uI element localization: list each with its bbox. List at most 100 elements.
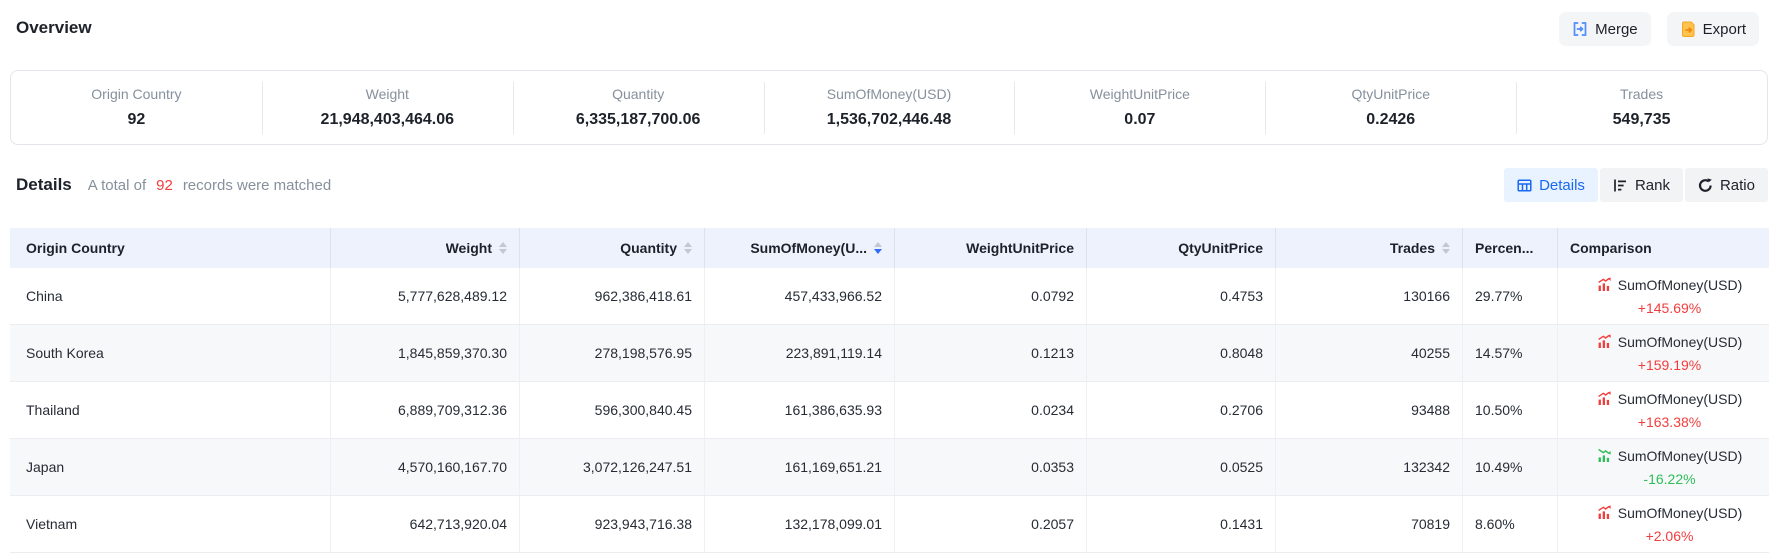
sort-toggle[interactable]: [1442, 242, 1450, 254]
column-label: SumOfMoney(U...: [750, 240, 867, 256]
cell-origin-country: Thailand: [10, 382, 331, 438]
cell-weight: 642,713,920.04: [331, 496, 520, 552]
stat-value: 0.2426: [1265, 108, 1516, 132]
export-icon: [1680, 21, 1696, 37]
stat-weight-unit-price: WeightUnitPrice 0.07: [1014, 80, 1265, 136]
cell-weight-unit-price: 0.0353: [895, 439, 1087, 495]
comparison-metric: SumOfMoney(USD): [1618, 503, 1742, 523]
table-row: South Korea 1,845,859,370.30 278,198,576…: [10, 325, 1769, 382]
cell-percentage: 8.60%: [1463, 496, 1558, 552]
cell-origin-country: South Korea: [10, 325, 331, 381]
records-count: 92: [153, 177, 176, 194]
cell-comparison: SumOfMoney(USD) +163.38%: [1558, 382, 1769, 438]
cell-origin-country: Japan: [10, 439, 331, 495]
column-header-weight[interactable]: Weight: [331, 228, 520, 268]
export-button[interactable]: Export: [1667, 12, 1759, 46]
cell-comparison: SumOfMoney(USD) -16.22%: [1558, 439, 1769, 495]
tab-details-label: Details: [1539, 177, 1585, 194]
cell-trades: 93488: [1276, 382, 1463, 438]
column-label: Origin Country: [26, 240, 125, 256]
column-label: WeightUnitPrice: [966, 240, 1074, 256]
cell-weight-unit-price: 0.2057: [895, 496, 1087, 552]
page-title: Overview: [16, 12, 92, 44]
sort-desc-icon: [684, 249, 692, 254]
comparison-change: -16.22%: [1643, 469, 1695, 489]
cell-quantity: 923,943,716.38: [520, 496, 705, 552]
details-bar: Details A total of 92 records were match…: [16, 168, 1768, 202]
merge-icon: [1572, 21, 1588, 37]
trend-up-chart-icon: [1597, 391, 1612, 406]
rank-bars-icon: [1613, 178, 1628, 193]
cell-quantity: 596,300,840.45: [520, 382, 705, 438]
stat-value: 1,536,702,446.48: [764, 108, 1015, 132]
cell-weight: 6,889,709,312.36: [331, 382, 520, 438]
column-header-comparison: Comparison: [1558, 228, 1769, 268]
cell-qty-unit-price: 0.8048: [1087, 325, 1276, 381]
comparison-metric: SumOfMoney(USD): [1618, 389, 1742, 409]
cell-qty-unit-price: 0.1431: [1087, 496, 1276, 552]
cell-qty-unit-price: 0.4753: [1087, 268, 1276, 324]
tab-rank[interactable]: Rank: [1600, 168, 1683, 202]
sort-toggle[interactable]: [499, 242, 507, 254]
tab-ratio[interactable]: Ratio: [1685, 168, 1768, 202]
table-row: Vietnam 642,713,920.04 923,943,716.38 13…: [10, 496, 1769, 553]
cell-origin-country: China: [10, 268, 331, 324]
comparison-metric-line: SumOfMoney(USD): [1597, 503, 1742, 523]
details-title: Details: [16, 175, 72, 195]
comparison-change: +163.38%: [1638, 412, 1701, 432]
ratio-circular-icon: [1698, 178, 1713, 193]
merge-button[interactable]: Merge: [1559, 12, 1651, 46]
cell-weight-unit-price: 0.0234: [895, 382, 1087, 438]
records-suffix: records were matched: [183, 177, 331, 194]
stat-quantity: Quantity 6,335,187,700.06: [513, 80, 764, 136]
cell-weight-unit-price: 0.1213: [895, 325, 1087, 381]
column-label: QtyUnitPrice: [1178, 240, 1263, 256]
table-row: China 5,777,628,489.12 962,386,418.61 45…: [10, 268, 1769, 325]
overview-stats-card: Origin Country 92 Weight 21,948,403,464.…: [10, 70, 1768, 145]
merge-button-label: Merge: [1595, 21, 1638, 38]
sort-toggle[interactable]: [874, 242, 882, 254]
column-header-weight-unit-price: WeightUnitPrice: [895, 228, 1087, 268]
tab-ratio-label: Ratio: [1720, 177, 1755, 194]
sort-desc-icon: [1442, 249, 1450, 254]
comparison-change: +2.06%: [1646, 526, 1694, 546]
comparison-metric: SumOfMoney(USD): [1618, 275, 1742, 295]
sort-asc-icon: [874, 242, 882, 247]
column-header-sum-of-money[interactable]: SumOfMoney(U...: [705, 228, 895, 268]
cell-weight-unit-price: 0.0792: [895, 268, 1087, 324]
column-header-trades[interactable]: Trades: [1276, 228, 1463, 268]
cell-quantity: 962,386,418.61: [520, 268, 705, 324]
cell-percentage: 14.57%: [1463, 325, 1558, 381]
cell-percentage: 10.50%: [1463, 382, 1558, 438]
column-label: Weight: [446, 240, 492, 256]
stat-label: QtyUnitPrice: [1265, 84, 1516, 104]
cell-qty-unit-price: 0.0525: [1087, 439, 1276, 495]
cell-comparison: SumOfMoney(USD) +159.19%: [1558, 325, 1769, 381]
cell-sum-of-money: 223,891,119.14: [705, 325, 895, 381]
sort-asc-icon: [1442, 242, 1450, 247]
details-table: Origin Country Weight Quantity SumOfMone…: [10, 228, 1769, 553]
stat-label: Trades: [1516, 84, 1767, 104]
sort-desc-icon: [874, 249, 882, 254]
stat-sum-of-money: SumOfMoney(USD) 1,536,702,446.48: [764, 80, 1015, 136]
comparison-metric-line: SumOfMoney(USD): [1597, 446, 1742, 466]
comparison-metric: SumOfMoney(USD): [1618, 446, 1742, 466]
cell-trades: 40255: [1276, 325, 1463, 381]
stat-label: Quantity: [513, 84, 764, 104]
trend-up-chart-icon: [1597, 505, 1612, 520]
top-actions: Merge Export: [1559, 12, 1759, 46]
sort-asc-icon: [499, 242, 507, 247]
stat-value: 549,735: [1516, 108, 1767, 132]
tab-details[interactable]: Details: [1504, 168, 1598, 202]
column-header-origin-country: Origin Country: [10, 228, 331, 268]
sort-toggle[interactable]: [684, 242, 692, 254]
cell-trades: 70819: [1276, 496, 1463, 552]
stat-qty-unit-price: QtyUnitPrice 0.2426: [1265, 80, 1516, 136]
comparison-metric: SumOfMoney(USD): [1618, 332, 1742, 352]
cell-comparison: SumOfMoney(USD) +145.69%: [1558, 268, 1769, 324]
cell-trades: 132342: [1276, 439, 1463, 495]
stat-label: SumOfMoney(USD): [764, 84, 1015, 104]
cell-sum-of-money: 161,169,651.21: [705, 439, 895, 495]
column-label: Quantity: [620, 240, 677, 256]
column-header-quantity[interactable]: Quantity: [520, 228, 705, 268]
